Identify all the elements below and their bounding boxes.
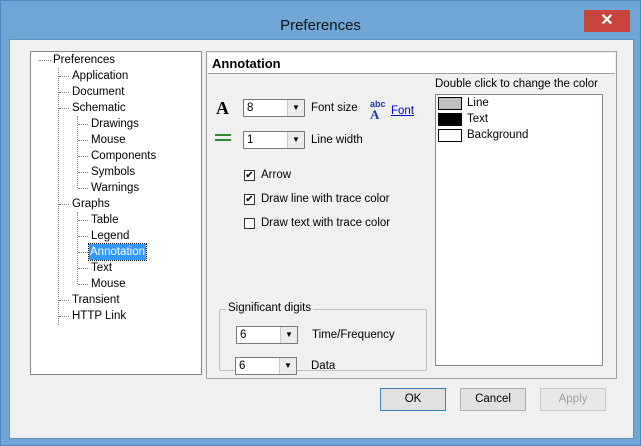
font-size-label: Font size xyxy=(311,102,358,114)
apply-button[interactable]: Apply xyxy=(540,388,606,411)
line-width-label: Line width xyxy=(311,134,363,146)
significant-digits-title: Significant digits xyxy=(226,302,314,314)
tree-connector xyxy=(78,124,88,125)
tree-item-schematic-mouse[interactable]: Mouse xyxy=(90,132,127,148)
time-frequency-combo[interactable]: 6 ▼ xyxy=(236,326,298,344)
title-bar[interactable]: Preferences ✕ xyxy=(1,1,640,39)
trace-line-label: Draw line with trace color xyxy=(261,193,390,205)
font-size-value: 8 xyxy=(247,102,254,114)
line-width-icon xyxy=(215,134,231,146)
arrow-label: Arrow xyxy=(261,169,292,181)
tree-item-components[interactable]: Components xyxy=(90,148,157,164)
color-swatch-line xyxy=(438,97,462,110)
tree-connector xyxy=(78,268,88,269)
tree-connector xyxy=(78,284,88,285)
tree-item-text[interactable]: Text xyxy=(90,260,113,276)
line-width-value: 1 xyxy=(247,134,254,146)
chevron-down-icon[interactable]: ▼ xyxy=(287,132,304,148)
time-frequency-value: 6 xyxy=(240,329,247,341)
tree-item-table[interactable]: Table xyxy=(90,212,120,228)
window-title: Preferences xyxy=(280,17,361,34)
color-label-line: Line xyxy=(467,97,489,109)
arrow-checkbox[interactable]: ✔ xyxy=(244,170,255,181)
tree-connector xyxy=(59,108,69,109)
cancel-button[interactable]: Cancel xyxy=(460,388,526,411)
tree-item-symbols[interactable]: Symbols xyxy=(90,164,136,180)
tree-item-annotation[interactable]: Annotation xyxy=(88,243,147,261)
ok-button[interactable]: OK xyxy=(380,388,446,411)
font-icon[interactable]: abc A xyxy=(370,100,386,122)
trace-line-checkbox[interactable]: ✔ xyxy=(244,194,255,205)
tree-connector xyxy=(59,92,69,93)
chevron-down-icon[interactable]: ▼ xyxy=(279,358,296,374)
preferences-window: Preferences ✕ Preferences Application Do… xyxy=(0,0,641,446)
tree-connector xyxy=(59,300,69,301)
close-icon: ✕ xyxy=(600,12,614,29)
font-size-combo[interactable]: 8 ▼ xyxy=(243,99,305,117)
tree-connector xyxy=(59,316,69,317)
color-swatch-text xyxy=(438,113,462,126)
tree-connector xyxy=(78,156,88,157)
tree-item-document[interactable]: Document xyxy=(71,84,125,100)
tree-connector xyxy=(77,116,78,188)
tree-connector xyxy=(78,252,88,253)
tree-connector xyxy=(78,172,88,173)
panel-title: Annotation xyxy=(212,56,281,71)
color-list-caption: Double click to change the color xyxy=(435,78,599,90)
annotation-panel: Annotation A 8 ▼ Font size abc A Font 1 … xyxy=(206,51,617,379)
tree-connector xyxy=(59,76,69,77)
tree-item-preferences[interactable]: Preferences xyxy=(52,52,116,68)
trace-text-checkbox[interactable] xyxy=(244,218,255,229)
time-frequency-label: Time/Frequency xyxy=(312,329,395,341)
dialog-body: Preferences Application Document Schemat… xyxy=(9,39,634,439)
tree-connector xyxy=(39,60,51,61)
tree-connector xyxy=(77,212,78,284)
tree-item-graphs[interactable]: Graphs xyxy=(71,196,111,212)
chevron-down-icon[interactable]: ▼ xyxy=(287,100,304,116)
tree-connector xyxy=(78,188,88,189)
data-digits-combo[interactable]: 6 ▼ xyxy=(235,357,297,375)
panel-header: Annotation xyxy=(208,53,615,74)
tree-connector xyxy=(78,220,88,221)
tree-item-graphs-mouse[interactable]: Mouse xyxy=(90,276,127,292)
tree-item-legend[interactable]: Legend xyxy=(90,228,130,244)
tree-connector xyxy=(78,140,88,141)
tree-connector xyxy=(58,68,59,325)
color-list[interactable]: Line Text Background xyxy=(435,94,603,366)
tree-item-transient[interactable]: Transient xyxy=(71,292,121,308)
tree-connector xyxy=(78,236,88,237)
data-digits-value: 6 xyxy=(239,360,246,372)
tree-item-warnings[interactable]: Warnings xyxy=(90,180,140,196)
tree-connector xyxy=(59,204,69,205)
font-link[interactable]: Font xyxy=(391,105,414,117)
color-label-background: Background xyxy=(467,129,529,141)
font-size-icon: A xyxy=(216,98,229,118)
tree-item-schematic[interactable]: Schematic xyxy=(71,100,127,116)
tree-item-drawings[interactable]: Drawings xyxy=(90,116,140,132)
trace-text-label: Draw text with trace color xyxy=(261,217,391,229)
tree-item-application[interactable]: Application xyxy=(71,68,129,84)
chevron-down-icon[interactable]: ▼ xyxy=(280,327,297,343)
tree-item-http-link[interactable]: HTTP Link xyxy=(71,308,127,324)
line-width-combo[interactable]: 1 ▼ xyxy=(243,131,305,149)
preferences-tree[interactable]: Preferences Application Document Schemat… xyxy=(30,51,202,375)
data-digits-label: Data xyxy=(311,360,336,372)
color-swatch-background xyxy=(438,129,462,142)
close-button[interactable]: ✕ xyxy=(584,10,630,32)
color-label-text: Text xyxy=(467,113,489,125)
